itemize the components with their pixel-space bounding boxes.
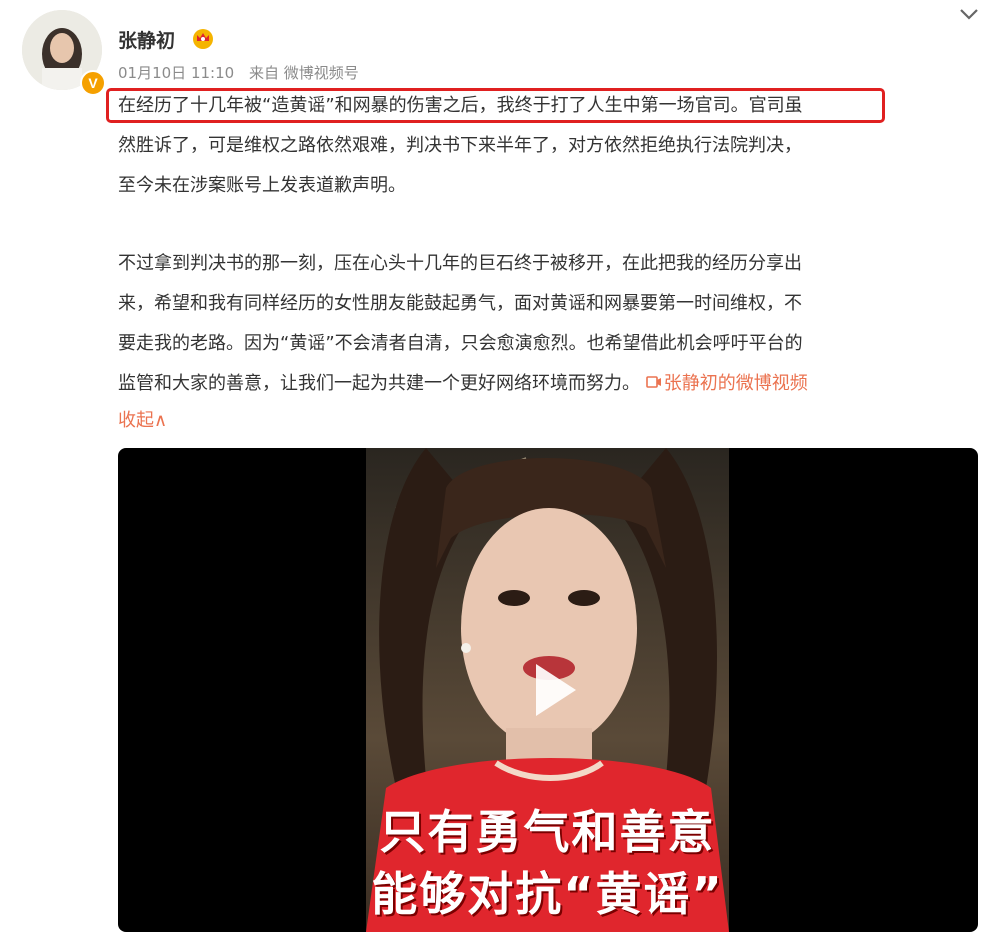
collapse-button[interactable]: 收起∧ bbox=[118, 401, 167, 441]
text-line: 来，希望和我有同样经历的女性朋友能鼓起勇气，面对黄谣和网暴要第一时间维权，不 bbox=[118, 293, 802, 314]
play-icon[interactable] bbox=[522, 660, 582, 720]
video-camera-icon bbox=[645, 376, 661, 388]
text-line: 至今未在涉案账号上发表道歉声明。 bbox=[118, 175, 406, 196]
text-line: 要走我的老路。因为“黄谣”不会清者自清，只会愈演愈烈。也希望借此机会呼吁平台的 bbox=[118, 333, 803, 354]
video-caption-line1: 只有勇气和善意 bbox=[379, 805, 716, 859]
video-caption-line2: 能够对抗“黄谣” bbox=[371, 867, 724, 921]
video-link-label: 张静初的微博视频 bbox=[663, 373, 808, 394]
video-player[interactable]: 只有勇气和善意 能够对抗“黄谣” bbox=[118, 448, 978, 932]
text-line: 不过拿到判决书的那一刻，压在心头十几年的巨石终于被移开，在此把我的经历分享出 bbox=[118, 253, 802, 274]
text-line-content: 监管和大家的善意，让我们一起为共建一个更好网络环境而努力。 bbox=[118, 373, 640, 394]
video-link[interactable]: 张静初的微博视频 bbox=[645, 373, 808, 394]
timestamp[interactable]: 01月10日 11:10 bbox=[118, 64, 234, 82]
post-source: 来自 微博视频号 bbox=[248, 64, 359, 82]
chevron-down-icon[interactable] bbox=[956, 4, 982, 24]
crown-icon[interactable] bbox=[191, 26, 215, 50]
post-paragraph-2: 不过拿到判决书的那一刻，压在心头十几年的巨石终于被移开，在此把我的经历分享出 来… bbox=[118, 244, 808, 404]
text-line: 然胜诉了，可是维权之路依然艰难，判决书下来半年了，对方依然拒绝执行法院判决， bbox=[118, 135, 802, 156]
username[interactable]: 张静初 bbox=[118, 26, 175, 53]
highlight-box bbox=[106, 88, 885, 123]
verified-badge: V bbox=[80, 70, 106, 96]
text-line: 监管和大家的善意，让我们一起为共建一个更好网络环境而努力。 张静初的微博视频 bbox=[118, 364, 808, 404]
post-meta: 01月10日 11:10 来自 微博视频号 bbox=[118, 62, 369, 83]
